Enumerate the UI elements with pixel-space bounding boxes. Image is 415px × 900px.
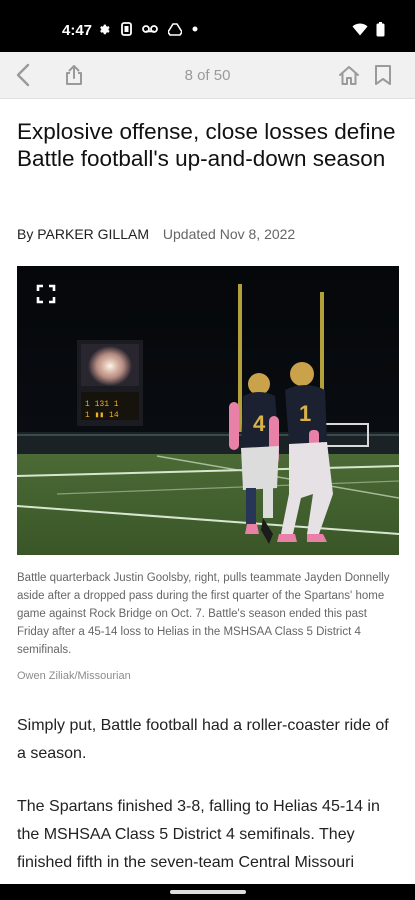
- article-toolbar: 8 of 50: [0, 52, 415, 99]
- author-link[interactable]: PARKER GILLAM: [37, 226, 149, 242]
- home-icon: [339, 65, 359, 85]
- photo-caption: Battle quarterback Justin Goolsby, right…: [17, 572, 390, 656]
- voicemail-icon: [142, 25, 158, 33]
- dot-icon: [192, 26, 198, 32]
- headline: Explosive offense, close losses define B…: [17, 119, 396, 171]
- byline: By PARKER GILLAM Updated Nov 8, 2022: [17, 226, 295, 242]
- photo-credit: Owen Ziliak/Missourian: [17, 670, 131, 682]
- article-photo[interactable]: 1 131 1 1 ▮▮ 14 4 1: [17, 266, 399, 555]
- status-bar: 4:47: [0, 0, 415, 52]
- svg-text:1 ▮▮ 14: 1 ▮▮ 14: [85, 411, 119, 420]
- bookmark-button[interactable]: [370, 62, 396, 88]
- home-button[interactable]: [336, 62, 362, 88]
- system-nav-bar: [0, 884, 415, 900]
- status-time: 4:47: [62, 22, 93, 39]
- gear-icon: [100, 24, 110, 34]
- wifi-icon: [352, 23, 368, 36]
- svg-text:1 131 1: 1 131 1: [85, 400, 119, 409]
- drive-icon: [168, 22, 182, 36]
- expand-photo-button[interactable]: [36, 284, 56, 304]
- bookmark-icon: [375, 65, 391, 85]
- updated-date: Updated Nov 8, 2022: [162, 226, 296, 242]
- data-saver-icon: [121, 22, 132, 36]
- home-gesture-handle[interactable]: [170, 890, 246, 894]
- paragraph-2: The Spartans finished 3-8, falling to He…: [17, 798, 380, 871]
- jersey-number-left: 4: [253, 411, 266, 436]
- football-photo: 1 131 1 1 ▮▮ 14 4 1: [17, 266, 399, 555]
- paragraph-1: Simply put, Battle football had a roller…: [17, 717, 389, 762]
- jersey-number-right: 1: [299, 401, 311, 426]
- byline-prefix: By: [17, 226, 34, 242]
- fullscreen-icon: [36, 284, 56, 304]
- article-header: Explosive offense, close losses define B…: [17, 118, 397, 242]
- battery-icon: [376, 22, 385, 37]
